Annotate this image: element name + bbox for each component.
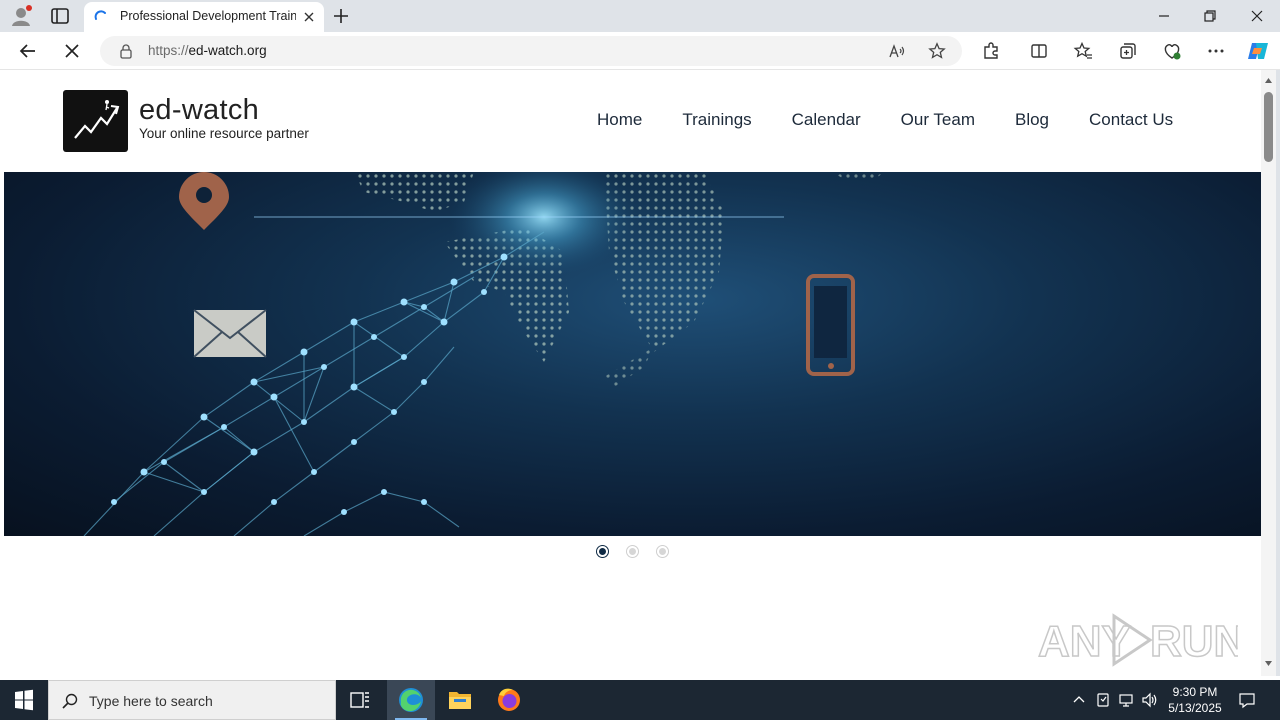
extensions-icon[interactable] [981, 41, 1001, 61]
envelope-icon [193, 309, 267, 358]
collections-icon[interactable] [1118, 41, 1138, 61]
page-scrollbar[interactable] [1261, 70, 1276, 676]
url-scheme: https:// [148, 43, 189, 58]
lock-icon[interactable] [118, 43, 134, 59]
site-nav: Home Trainings Calendar Our Team Blog Co… [597, 110, 1213, 130]
taskbar-edge[interactable] [387, 680, 435, 720]
edge-icon [399, 688, 423, 712]
taskbar-search-box[interactable]: Type here to search [48, 680, 336, 720]
growth-chart-icon [74, 100, 120, 139]
nav-calendar[interactable]: Calendar [792, 110, 861, 130]
task-view-button[interactable] [336, 680, 384, 720]
active-tab[interactable]: Professional Development Trainin [84, 2, 324, 32]
smartphone-icon [806, 274, 855, 376]
security-icon[interactable] [1094, 691, 1112, 709]
hero-slider[interactable] [4, 172, 1261, 536]
tab-actions-icon[interactable] [50, 7, 70, 25]
close-window-icon[interactable] [1249, 8, 1265, 24]
taskbar: Type here to search 9:30 PM 5/13/2025 [0, 680, 1280, 720]
search-icon [62, 693, 78, 709]
url-host: ed-watch.org [188, 43, 267, 58]
slider-dot-2[interactable] [627, 546, 638, 557]
web-page: ed-watch Your online resource partner Ho… [4, 70, 1261, 676]
nav-our-team[interactable]: Our Team [901, 110, 975, 130]
window-edge [1276, 70, 1280, 676]
new-tab-icon[interactable] [332, 7, 350, 25]
clock-date: 5/13/2025 [1168, 701, 1222, 715]
site-logo-name[interactable]: ed-watch [139, 94, 259, 127]
svg-text:RUN: RUN [1150, 617, 1238, 666]
hero-image [83, 172, 884, 536]
logo-mark[interactable] [63, 90, 128, 152]
stop-loading-icon[interactable] [62, 41, 82, 61]
loading-spinner-icon [94, 10, 106, 20]
read-aloud-icon[interactable] [888, 42, 906, 60]
url-field[interactable]: https://ed-watch.org [100, 36, 962, 66]
windows-start-icon[interactable] [0, 680, 48, 720]
site-logo-tagline: Your online resource partner [139, 126, 309, 141]
browser-essentials-icon[interactable] [1162, 41, 1182, 61]
favorites-icon[interactable] [1073, 41, 1093, 61]
profile-icon[interactable] [10, 5, 32, 27]
location-pin-icon [179, 172, 229, 230]
taskbar-firefox[interactable] [485, 680, 533, 720]
clock-time: 9:30 PM [1172, 685, 1218, 699]
folder-icon [449, 692, 471, 709]
taskbar-file-explorer[interactable] [436, 680, 484, 720]
network-icon[interactable] [1117, 691, 1135, 709]
scroll-up-icon[interactable] [1264, 76, 1273, 85]
watermark-any: ANY [1038, 617, 1131, 666]
url-text: https://ed-watch.org [148, 43, 267, 58]
scroll-down-icon[interactable] [1264, 659, 1273, 668]
show-hidden-icons-icon[interactable] [1070, 691, 1088, 709]
nav-home[interactable]: Home [597, 110, 642, 130]
browser-tab-bar: Professional Development Trainin [0, 0, 1280, 32]
system-clock[interactable]: 9:30 PM 5/13/2025 [1160, 684, 1230, 716]
slider-dot-1[interactable] [597, 546, 608, 557]
more-options-icon[interactable] [1206, 41, 1226, 61]
task-view-icon [350, 692, 369, 708]
slider-dot-3[interactable] [657, 546, 668, 557]
nav-blog[interactable]: Blog [1015, 110, 1049, 130]
scrollbar-thumb[interactable] [1264, 92, 1273, 162]
address-bar-row: https://ed-watch.org [0, 32, 1280, 70]
close-tab-icon[interactable] [302, 10, 316, 24]
split-screen-icon[interactable] [1029, 41, 1049, 61]
slider-dots [597, 546, 687, 557]
back-arrow-icon[interactable] [18, 41, 38, 61]
copilot-icon[interactable] [1246, 39, 1270, 63]
anyrun-watermark: ANY RUN [1038, 613, 1238, 667]
nav-contact-us[interactable]: Contact Us [1089, 110, 1173, 130]
nav-trainings[interactable]: Trainings [682, 110, 751, 130]
search-placeholder: Type here to search [89, 693, 213, 709]
firefox-icon [498, 688, 520, 711]
notifications-icon[interactable] [1238, 691, 1256, 709]
favorite-star-icon[interactable] [928, 42, 946, 60]
site-header: ed-watch Your online resource partner Ho… [4, 70, 1261, 172]
restore-icon[interactable] [1202, 8, 1218, 24]
volume-icon[interactable] [1141, 691, 1159, 709]
minimize-icon[interactable] [1156, 8, 1172, 24]
tab-title: Professional Development Trainin [120, 9, 296, 23]
